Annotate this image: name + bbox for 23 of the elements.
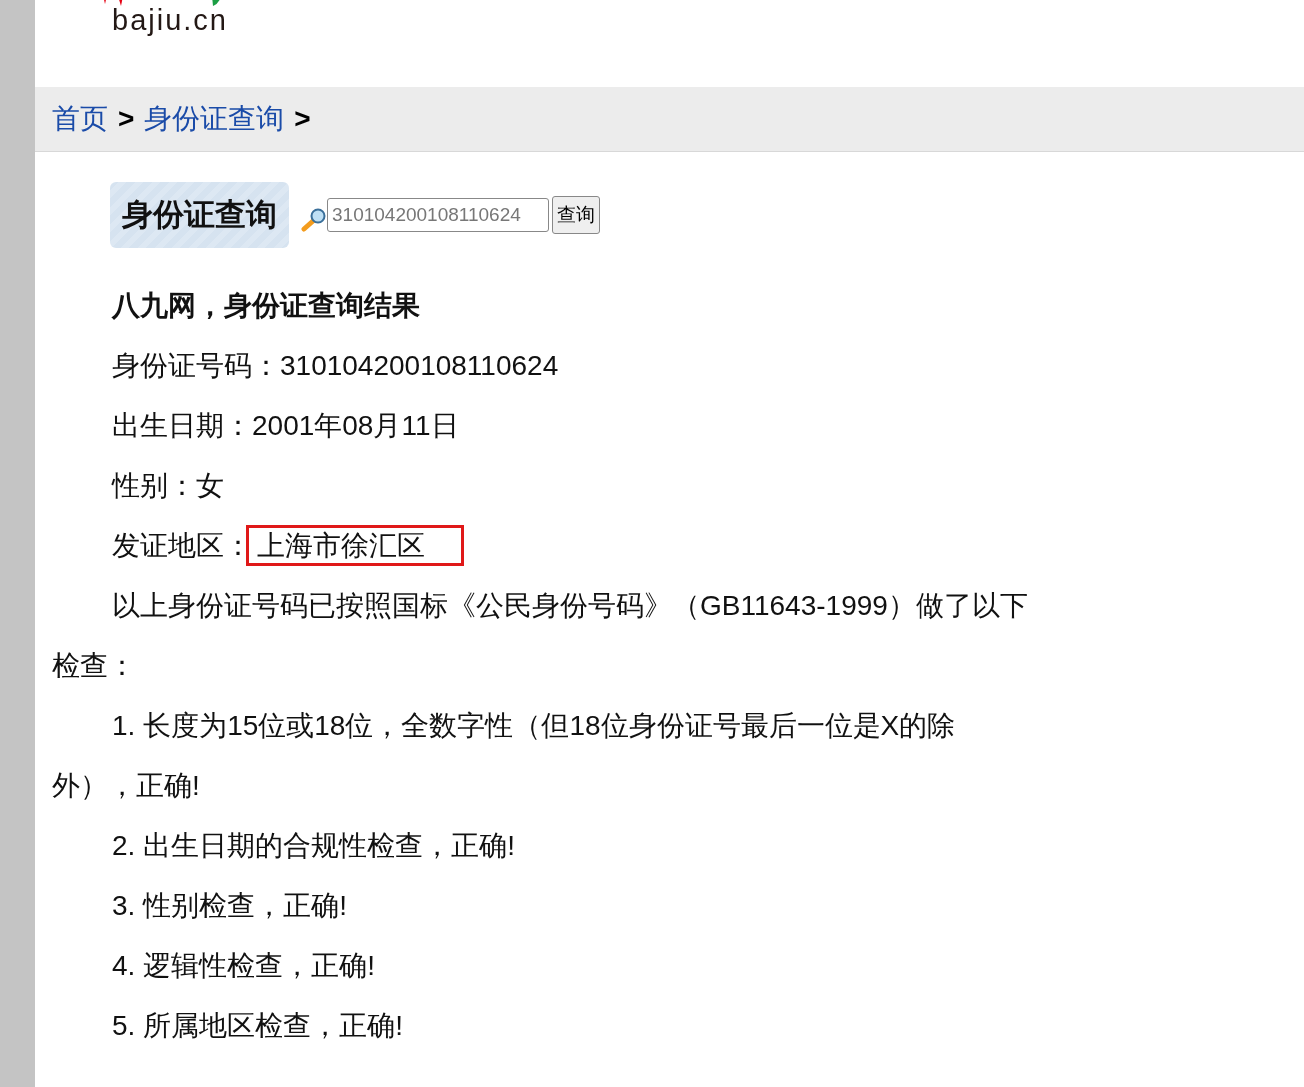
check-item: 5. 所属地区检查，正确! — [111, 1009, 404, 1043]
field-label: 出生日期： — [112, 410, 252, 441]
search-icon — [301, 208, 327, 232]
field-value: 310104200108110624 — [280, 350, 559, 381]
result-heading: 八九网，身份证查询结果 — [110, 288, 421, 324]
section-title: 身份证查询 — [110, 182, 289, 248]
check-item: 4. 逻辑性检查，正确! — [111, 949, 376, 983]
logo-text: bajiu.cn — [112, 4, 228, 36]
field-label: 身份证号码： — [112, 350, 280, 381]
check-item: 3. 性别检查，正确! — [111, 889, 348, 923]
breadcrumb-separator: > — [118, 103, 135, 135]
field-value: 上海市徐汇区 — [246, 525, 464, 566]
check-item: 2. 出生日期的合规性检查，正确! — [111, 829, 516, 863]
breadcrumb-link[interactable]: 身份证查询 — [144, 100, 285, 138]
id-number-field[interactable]: 310104200108110624 — [327, 198, 549, 232]
check-intro: 以上身份证号码已按照国标《公民身份号码》（GB11643-1999）做了以下检查： — [52, 589, 1029, 683]
breadcrumb-separator: > — [294, 103, 311, 135]
query-button[interactable]: 查询 — [552, 196, 600, 234]
check-item: 1. 长度为15位或18位，全数字性（但18位身份证号最后一位是X的除外），正确! — [52, 709, 957, 803]
field-value: 2001年08月11日 — [252, 410, 459, 441]
breadcrumb-link[interactable]: 首页 — [52, 100, 108, 138]
field-label: 性别： — [112, 470, 196, 501]
field-value: 女 — [196, 470, 224, 501]
